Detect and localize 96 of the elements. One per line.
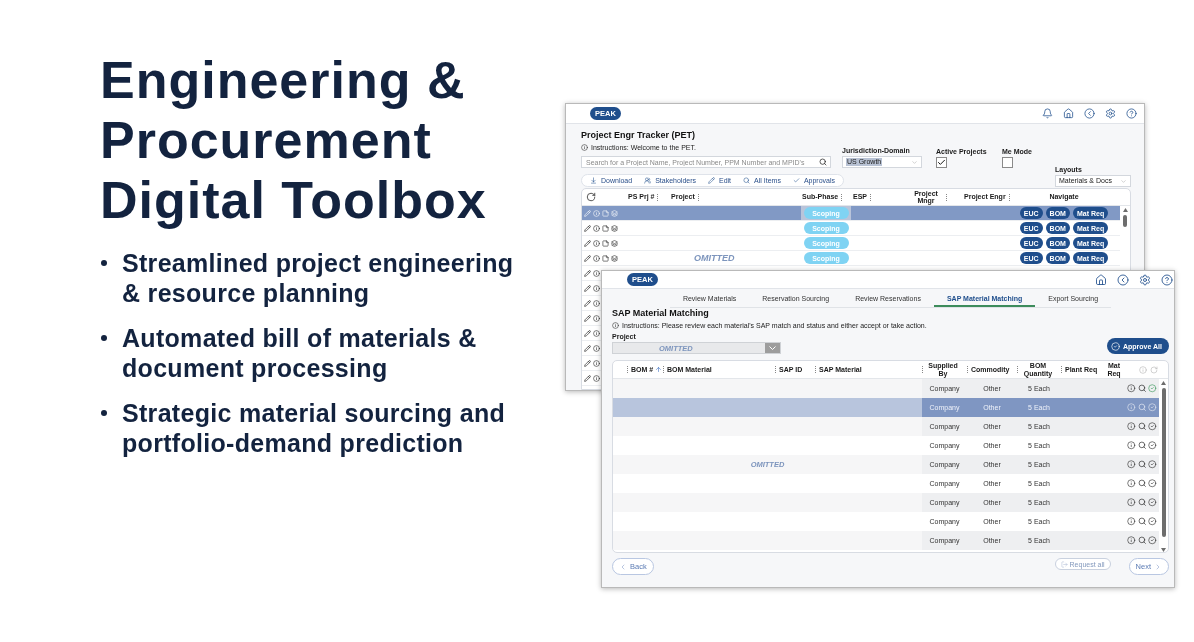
- info-icon[interactable]: [1127, 517, 1136, 526]
- info-icon: [581, 144, 588, 151]
- info-icon[interactable]: [593, 254, 600, 262]
- check-circle-icon[interactable]: [1148, 460, 1157, 469]
- search-icon[interactable]: [1137, 517, 1147, 526]
- info-icon[interactable]: [593, 374, 600, 382]
- search-icon: [743, 177, 751, 184]
- sort-arrow-icon[interactable]: [655, 366, 663, 373]
- search-icon: [819, 158, 827, 166]
- check-icon: [937, 158, 946, 167]
- layers-icon[interactable]: [611, 224, 618, 232]
- back-icon[interactable]: [1117, 273, 1129, 286]
- layers-icon[interactable]: [611, 254, 618, 262]
- pencil-icon[interactable]: [584, 314, 591, 322]
- settings-icon[interactable]: [1105, 108, 1116, 119]
- info-icon[interactable]: [1127, 422, 1136, 431]
- bullet-icon: [101, 410, 107, 416]
- info-icon[interactable]: [593, 329, 600, 337]
- pencil-icon[interactable]: [584, 344, 591, 352]
- info-icon[interactable]: [1127, 479, 1136, 488]
- info-icon[interactable]: [1127, 441, 1136, 450]
- home-icon[interactable]: [1063, 108, 1074, 119]
- check-circle-icon[interactable]: [1148, 384, 1157, 393]
- info-icon[interactable]: [593, 359, 600, 367]
- pencil-icon[interactable]: [584, 299, 591, 307]
- check-circle-icon[interactable]: [1148, 517, 1157, 526]
- scroll-up-icon[interactable]: [1161, 381, 1166, 385]
- scrollbar-thumb[interactable]: [1161, 388, 1166, 537]
- info-icon[interactable]: [593, 269, 600, 277]
- checkbox[interactable]: [1002, 157, 1013, 168]
- chevron-down-icon: [1120, 177, 1127, 185]
- info-icon[interactable]: [593, 284, 600, 292]
- bullet-text: Automated bill of materials & document processing: [122, 323, 478, 383]
- check-circle-icon[interactable]: [1148, 536, 1157, 545]
- refresh-icon[interactable]: [586, 192, 596, 202]
- check-circle-icon[interactable]: [1148, 422, 1157, 431]
- bullet-icon: [101, 260, 107, 266]
- info-icon[interactable]: [1127, 460, 1136, 469]
- help-icon[interactable]: [1161, 273, 1173, 286]
- pencil-icon[interactable]: [584, 224, 591, 232]
- scroll-up-icon[interactable]: [1122, 208, 1128, 212]
- chevron-down-icon: [911, 158, 918, 166]
- bullet-text: Strategic material sourcing and portfolio-demand prediction: [122, 398, 507, 458]
- info-icon[interactable]: [593, 239, 600, 247]
- search-icon[interactable]: [1137, 479, 1147, 488]
- chevron-left-icon: [619, 562, 627, 571]
- note-icon[interactable]: [602, 239, 609, 247]
- check-icon: [792, 177, 800, 184]
- info-icon[interactable]: [1127, 498, 1136, 507]
- settings-icon[interactable]: [1139, 273, 1151, 286]
- pencil-icon[interactable]: [584, 254, 591, 262]
- pencil-icon[interactable]: [584, 269, 591, 277]
- pencil-icon[interactable]: [584, 359, 591, 367]
- info-icon[interactable]: [1127, 384, 1136, 393]
- scrollbar-thumb[interactable]: [1123, 215, 1127, 227]
- search-icon[interactable]: [1137, 384, 1147, 393]
- search-icon[interactable]: [1137, 498, 1147, 507]
- users-icon: [644, 177, 652, 184]
- headline: Engineering & Procurement Digital Toolbox: [100, 50, 488, 230]
- scroll-down-icon[interactable]: [1161, 548, 1166, 552]
- note-icon[interactable]: [602, 224, 609, 232]
- search-icon[interactable]: [1137, 441, 1147, 450]
- info-icon[interactable]: [593, 299, 600, 307]
- page-title: Project Engr Tracker (PET): [581, 130, 697, 141]
- pencil-icon[interactable]: [584, 239, 591, 247]
- help-icon[interactable]: [1126, 108, 1137, 119]
- note-icon[interactable]: [602, 254, 609, 262]
- chevron-right-icon: [1154, 562, 1162, 571]
- back-icon[interactable]: [1084, 108, 1095, 119]
- check-circle-icon[interactable]: [1148, 441, 1157, 450]
- box-arrow-icon: [1060, 560, 1068, 568]
- bullet-text: Streamlined project engineering & resource planning: [122, 248, 515, 308]
- bell-icon[interactable]: [1042, 108, 1053, 119]
- search-icon[interactable]: [1137, 460, 1147, 469]
- pencil-icon[interactable]: [584, 374, 591, 382]
- search-icon[interactable]: [1137, 422, 1147, 431]
- info-icon[interactable]: [593, 314, 600, 322]
- page-title: SAP Material Matching: [612, 308, 710, 319]
- info-icon: [612, 322, 619, 329]
- download-icon: [590, 177, 597, 184]
- redacted-label: OMITTED: [694, 253, 735, 263]
- check-circle-icon[interactable]: [1148, 498, 1157, 507]
- check-circle-icon: [1110, 341, 1120, 351]
- pencil-icon[interactable]: [584, 329, 591, 337]
- checkbox[interactable]: [936, 157, 947, 168]
- home-icon[interactable]: [1095, 273, 1107, 286]
- chevron-down-icon: [765, 343, 780, 353]
- info-icon[interactable]: [593, 224, 600, 232]
- check-circle-icon[interactable]: [1148, 479, 1157, 488]
- layers-icon[interactable]: [611, 239, 618, 247]
- pencil-icon: [708, 177, 715, 184]
- pencil-icon[interactable]: [584, 284, 591, 292]
- bullet-icon: [101, 335, 107, 341]
- search-icon[interactable]: [1137, 536, 1147, 545]
- info-icon[interactable]: [1127, 536, 1136, 545]
- info-icon[interactable]: [593, 344, 600, 352]
